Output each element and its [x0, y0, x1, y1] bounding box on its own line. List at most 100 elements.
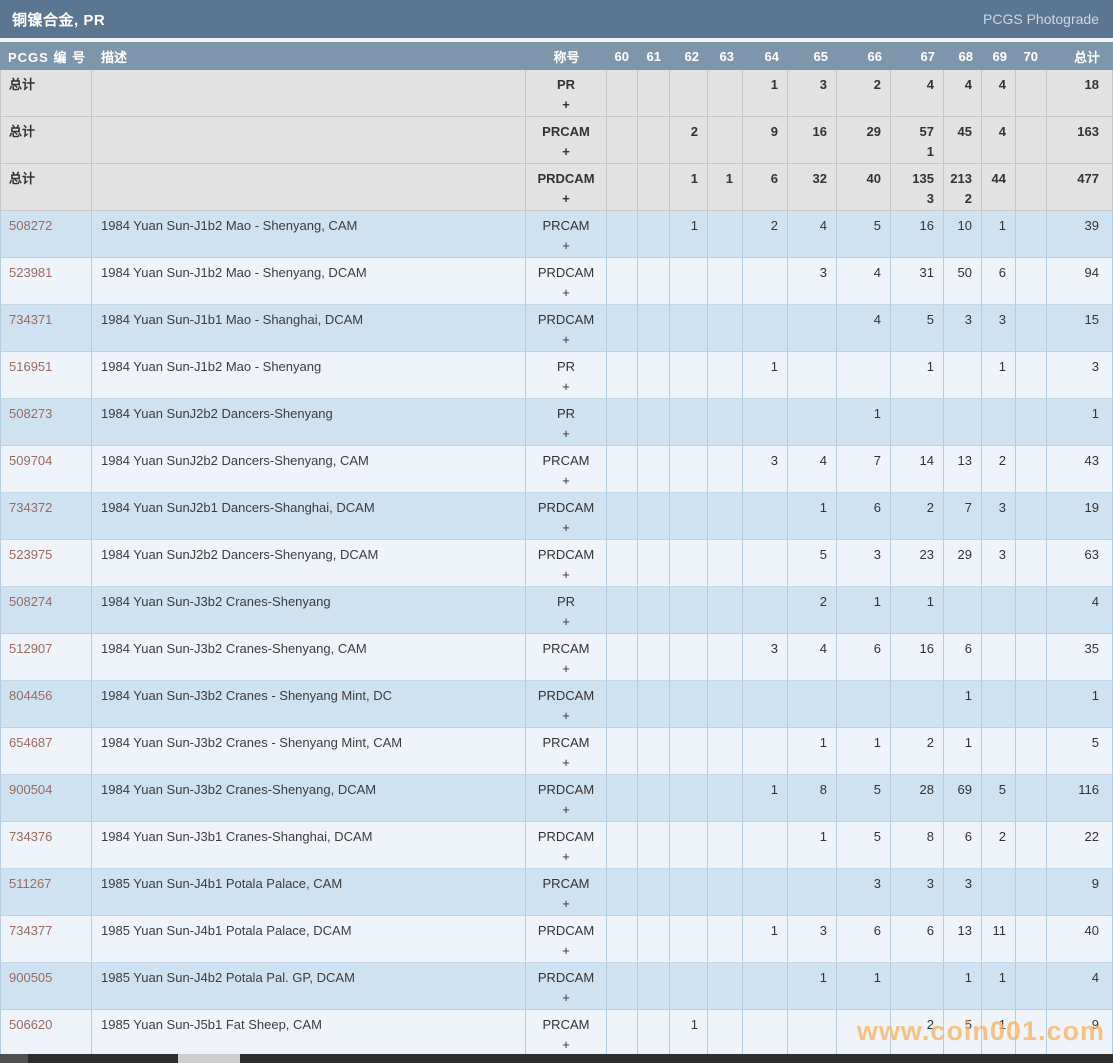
pcgs-number-link[interactable]: 900505	[0, 963, 92, 1009]
grade-count-cell-63	[708, 540, 743, 586]
pcgs-photograde-link[interactable]: PCGS Photograde	[983, 11, 1099, 27]
grade-plus-count	[982, 988, 1006, 1008]
grade-count: 1	[708, 169, 733, 189]
grade-count-cell-61	[638, 1010, 670, 1056]
grade-count	[708, 733, 733, 753]
grade-count	[638, 780, 660, 800]
grade-count	[1016, 968, 1037, 988]
grade-plus-count	[743, 330, 778, 350]
pcgs-number-link[interactable]: 900504	[0, 775, 92, 821]
total-count-cell: 22	[1047, 822, 1113, 868]
grade-count-cell-66: 6	[837, 493, 891, 539]
pcgs-number-link[interactable]: 654687	[0, 728, 92, 774]
grade-count: 5	[891, 310, 934, 330]
designation-cell: PR+	[526, 352, 607, 398]
pcgs-number-link[interactable]: 506620	[0, 1010, 92, 1056]
grade-count: 1	[670, 216, 698, 236]
pcgs-number-link[interactable]: 804456	[0, 681, 92, 727]
grade-count-cell-67: 3	[891, 869, 944, 915]
grade-plus-count	[743, 1035, 778, 1055]
grade-count	[944, 404, 972, 424]
pcgs-number-link[interactable]: 516951	[0, 352, 92, 398]
table-row: 7343711984 Yuan Sun-J1b1 Mao - Shanghai,…	[0, 305, 1113, 352]
grade-plus-count	[944, 800, 972, 820]
pcgs-number-link[interactable]: 523981	[0, 258, 92, 304]
grade-count-cell-60	[607, 822, 638, 868]
grade-count	[607, 733, 628, 753]
pcgs-number-link[interactable]: 734377	[0, 916, 92, 962]
pcgs-number-link[interactable]: 508274	[0, 587, 92, 633]
grade-count	[837, 686, 881, 706]
grade-plus-count	[837, 95, 881, 115]
table-row: 5129071984 Yuan Sun-J3b2 Cranes-Shenyang…	[0, 634, 1113, 681]
pcgs-number-link[interactable]: 734371	[0, 305, 92, 351]
grade-count	[607, 357, 628, 377]
grade-count	[1016, 169, 1037, 189]
grade-plus-count	[837, 142, 881, 162]
grade-plus-count	[1016, 95, 1037, 115]
designation-label: PRDCAM	[526, 968, 606, 988]
grade-plus-count	[982, 1035, 1006, 1055]
grade-count: 10	[944, 216, 972, 236]
grade-count	[607, 216, 628, 236]
grade-count	[982, 733, 1006, 753]
plus-designation-label: +	[526, 941, 606, 961]
pcgs-number-link[interactable]: 509704	[0, 446, 92, 492]
pcgs-number-link[interactable]: 511267	[0, 869, 92, 915]
grade-count: 16	[891, 639, 934, 659]
grade-count-cell-61	[638, 681, 670, 727]
grade-count-cell-66: 5	[837, 775, 891, 821]
grade-plus-count	[837, 1035, 881, 1055]
grade-plus-count	[837, 894, 881, 914]
grade-count-cell-61	[638, 258, 670, 304]
designation-cell: PR+	[526, 399, 607, 445]
pcgs-number-link[interactable]: 508273	[0, 399, 92, 445]
pcgs-number-link[interactable]: 523975	[0, 540, 92, 586]
grade-plus-count	[944, 659, 972, 679]
grade-plus-count	[638, 424, 660, 444]
grade-count: 3	[982, 498, 1006, 518]
column-header-grade-67: 67	[891, 49, 944, 64]
grade-plus-count	[944, 471, 972, 491]
grade-plus-count	[788, 847, 827, 867]
grade-plus-count	[1016, 659, 1037, 679]
grade-count-cell-61	[638, 540, 670, 586]
coin-description: 1984 Yuan Sun-J3b2 Cranes-Shenyang	[92, 587, 526, 633]
grade-count	[708, 216, 733, 236]
total-count-cell: 40	[1047, 916, 1113, 962]
grade-plus-count	[743, 95, 778, 115]
grade-plus-count	[638, 189, 660, 209]
grade-count-cell-64	[743, 258, 788, 304]
scrollbar-thumb[interactable]	[178, 1054, 240, 1063]
grade-count-cell-67: 1	[891, 352, 944, 398]
grade-count-cell-70	[1016, 352, 1047, 398]
plus-designation-label: +	[526, 142, 606, 162]
grade-count-cell-68: 1	[944, 963, 982, 1009]
pcgs-number-link[interactable]: 734372	[0, 493, 92, 539]
grade-count: 2	[837, 75, 881, 95]
grade-plus-count	[944, 1035, 972, 1055]
grade-count-cell-67: 23	[891, 540, 944, 586]
grade-plus-count	[743, 377, 778, 397]
grade-count-cell-67	[891, 399, 944, 445]
grade-count-cell-60	[607, 352, 638, 398]
grade-count	[607, 780, 628, 800]
grade-count-cell-69	[982, 399, 1016, 445]
grade-count	[638, 122, 660, 142]
horizontal-scrollbar[interactable]	[0, 1054, 1113, 1063]
grade-plus-count	[670, 1035, 698, 1055]
grade-count: 2	[982, 451, 1006, 471]
pcgs-number-link[interactable]: 512907	[0, 634, 92, 680]
pcgs-number-link[interactable]: 508272	[0, 211, 92, 257]
grade-plus-count	[708, 1035, 733, 1055]
scrollbar-left-button[interactable]	[0, 1054, 28, 1063]
grade-count: 6	[944, 639, 972, 659]
grade-plus-count	[944, 612, 972, 632]
grade-count-cell-70	[1016, 305, 1047, 351]
grade-count: 45	[944, 122, 972, 142]
grade-count-cell-66: 4	[837, 258, 891, 304]
grade-plus-count	[982, 424, 1006, 444]
pcgs-number-link[interactable]: 734376	[0, 822, 92, 868]
total-count: 39	[1047, 216, 1099, 236]
grade-count-cell-67: 2	[891, 1010, 944, 1056]
